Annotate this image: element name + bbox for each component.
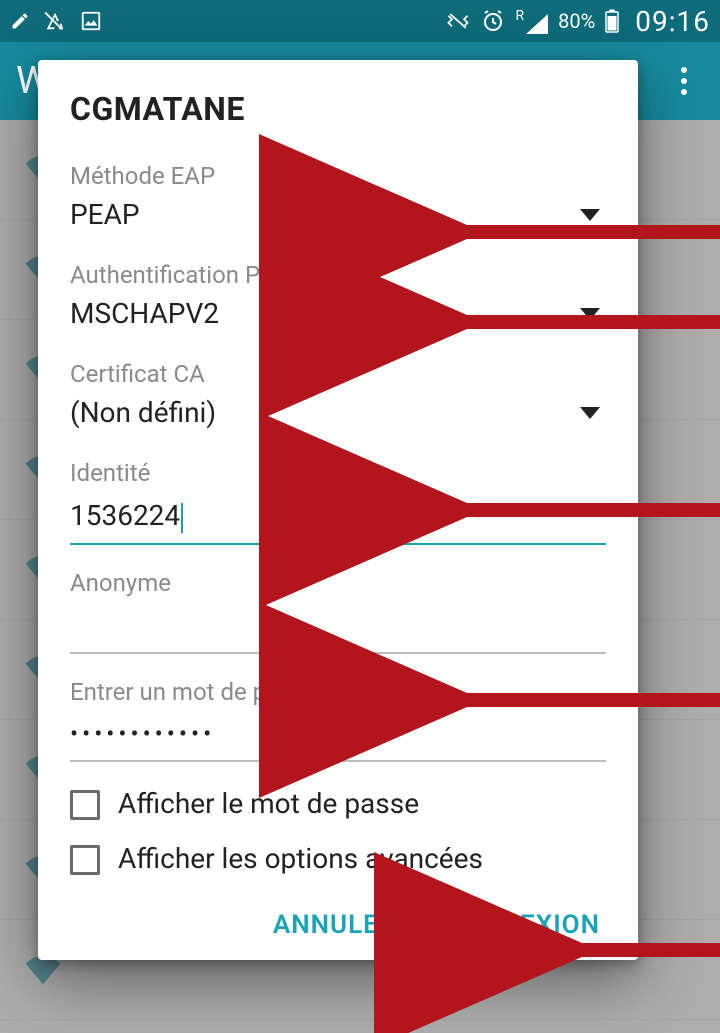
identity-label: Identité: [70, 459, 606, 487]
battery-percent: 80%: [558, 9, 595, 33]
edit-icon: [10, 11, 30, 31]
anonymous-input[interactable]: [70, 605, 606, 654]
signal-icon: R: [515, 8, 548, 34]
status-bar: R 80% 09:16: [0, 0, 720, 42]
eap-method-value: PEAP: [70, 198, 140, 231]
ca-cert-value: (Non défini): [70, 396, 216, 429]
phase2-value: MSCHAPV2: [70, 297, 219, 330]
chevron-down-icon: [580, 209, 600, 221]
password-input[interactable]: ••••••••••••: [70, 714, 606, 762]
identity-value: 1536224: [70, 499, 180, 532]
battery-icon: [605, 9, 619, 33]
eap-method-field[interactable]: Méthode EAP PEAP: [70, 162, 606, 237]
checkbox-icon: [70, 845, 100, 875]
dialog-title: CGMATANE: [70, 90, 606, 128]
phase2-label: Authentification Phase 2: [70, 261, 606, 289]
chevron-down-icon: [580, 308, 600, 320]
chevron-down-icon: [580, 407, 600, 419]
image-icon: [80, 10, 102, 32]
signal-prefix: R: [515, 8, 524, 24]
password-field[interactable]: Entrer un mot de passe ••••••••••••: [70, 678, 606, 762]
anonymous-field[interactable]: Anonyme: [70, 569, 606, 654]
wifi-connect-dialog: CGMATANE Méthode EAP PEAP Authentificati…: [38, 60, 638, 960]
phase2-field[interactable]: Authentification Phase 2 MSCHAPV2: [70, 261, 606, 336]
show-password-label: Afficher le mot de passe: [118, 786, 419, 821]
text-cursor: [181, 503, 183, 533]
ca-cert-field[interactable]: Certificat CA (Non défini): [70, 360, 606, 435]
dialog-actions: ANNULER CONNEXION: [70, 900, 606, 946]
identity-field[interactable]: Identité 1536224: [70, 459, 606, 545]
show-password-checkbox[interactable]: Afficher le mot de passe: [70, 786, 606, 821]
alarm-icon: [481, 9, 505, 33]
cancel-button[interactable]: ANNULER: [273, 910, 396, 940]
checkbox-icon: [70, 790, 100, 820]
connect-button[interactable]: CONNEXION: [444, 910, 600, 940]
eap-method-label: Méthode EAP: [70, 162, 606, 190]
password-label: Entrer un mot de passe: [70, 678, 606, 706]
vibrate-icon: [445, 10, 471, 32]
no-sim-icon: [44, 10, 66, 32]
anonymous-label: Anonyme: [70, 569, 606, 597]
ca-cert-label: Certificat CA: [70, 360, 606, 388]
show-advanced-checkbox[interactable]: Afficher les options avancées: [70, 841, 606, 876]
show-advanced-label: Afficher les options avancées: [118, 841, 483, 876]
overflow-menu-icon[interactable]: [664, 66, 704, 96]
clock: 09:16: [635, 5, 710, 38]
identity-input[interactable]: 1536224: [70, 495, 606, 545]
